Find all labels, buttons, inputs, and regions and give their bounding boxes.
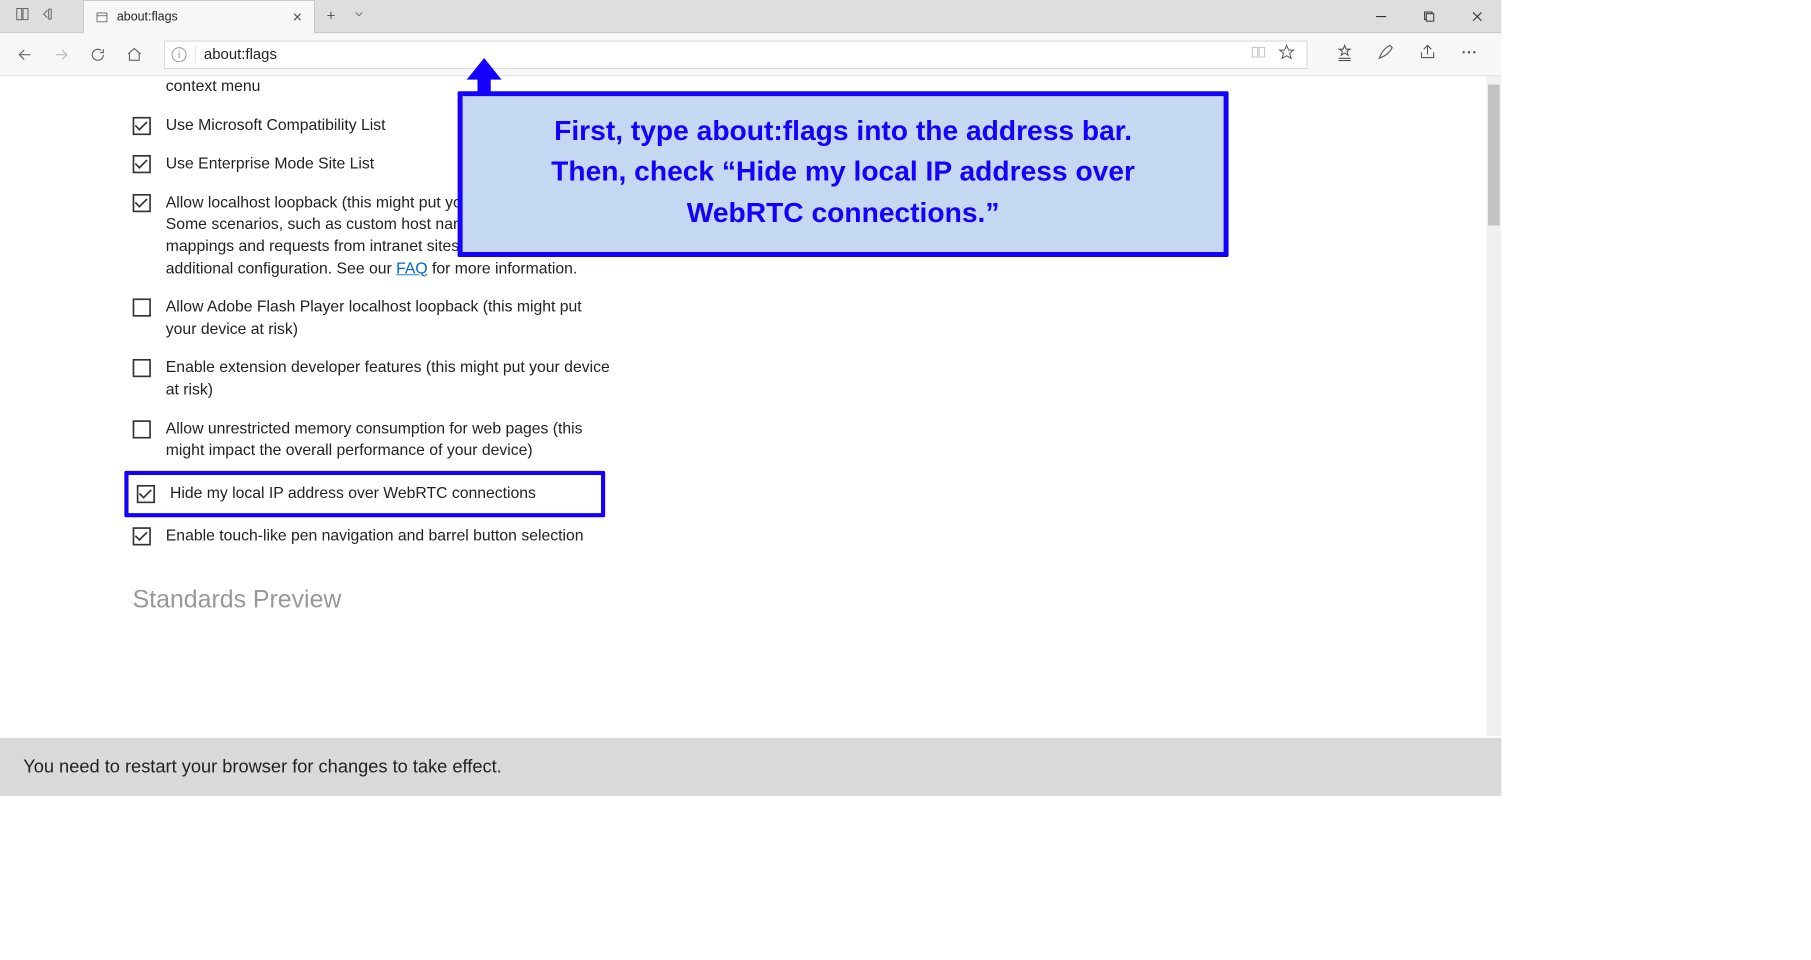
favorites-list-icon[interactable] <box>1336 43 1354 65</box>
new-tab-button[interactable]: + <box>327 7 336 24</box>
tabs-list-icon[interactable] <box>38 7 53 26</box>
callout-line: First, type about:flags into the address… <box>486 111 1201 152</box>
tab-tools <box>0 0 83 32</box>
label-text: for more information. <box>428 260 578 277</box>
address-text[interactable]: about:flags <box>204 46 1242 63</box>
maximize-button[interactable] <box>1405 0 1453 33</box>
section-heading: Standards Preview <box>133 586 614 614</box>
checkbox[interactable] <box>133 420 151 438</box>
address-actions <box>1250 44 1300 65</box>
notes-icon[interactable] <box>1377 43 1395 65</box>
setting-row: Allow Adobe Flash Player localhost loopb… <box>133 289 614 350</box>
forward-button[interactable] <box>51 44 71 64</box>
setting-label: Enable touch-like pen navigation and bar… <box>166 526 614 548</box>
back-button[interactable] <box>15 44 35 64</box>
checkbox[interactable] <box>137 485 155 503</box>
checkbox[interactable] <box>133 359 151 377</box>
faq-link[interactable]: FAQ <box>396 260 428 277</box>
close-tab-icon[interactable]: ✕ <box>292 10 302 25</box>
setting-label: Enable extension developer features (thi… <box>166 358 614 402</box>
tab-title: about:flags <box>117 10 286 24</box>
notice-text: You need to restart your browser for cha… <box>23 756 502 778</box>
restart-notice: You need to restart your browser for cha… <box>0 738 1501 796</box>
checkbox[interactable] <box>133 194 151 212</box>
set-aside-tabs-icon[interactable] <box>15 7 30 26</box>
setting-label: Allow unrestricted memory consumption fo… <box>166 418 614 462</box>
checkbox[interactable] <box>133 155 151 173</box>
tabs-chevron-icon[interactable] <box>352 7 365 24</box>
setting-row: Enable extension developer features (thi… <box>133 349 614 410</box>
highlighted-setting: Hide my local IP address over WebRTC con… <box>124 471 605 518</box>
callout-line: WebRTC connections.” <box>486 193 1201 234</box>
reading-view-icon[interactable] <box>1250 44 1267 65</box>
more-icon[interactable] <box>1460 43 1478 65</box>
instruction-callout: First, type about:flags into the address… <box>458 91 1229 257</box>
checkbox[interactable] <box>133 299 151 317</box>
checkbox[interactable] <box>133 117 151 135</box>
scrollbar-thumb[interactable] <box>1488 85 1500 226</box>
minimize-button[interactable] <box>1357 0 1405 33</box>
window-controls <box>1357 0 1501 32</box>
site-info-icon[interactable]: i <box>172 47 187 62</box>
setting-row: Enable touch-like pen navigation and bar… <box>133 518 614 557</box>
setting-row: Allow unrestricted memory consumption fo… <box>133 410 614 471</box>
home-button[interactable] <box>124 44 144 64</box>
setting-label: Allow Adobe Flash Player localhost loopb… <box>166 297 614 341</box>
separator <box>195 45 196 63</box>
scrollbar[interactable] <box>1486 76 1501 736</box>
setting-row: Hide my local IP address over WebRTC con… <box>133 480 596 509</box>
new-tab-area: + <box>315 0 377 32</box>
toolbar-right <box>1327 43 1486 65</box>
title-bar: about:flags ✕ + <box>0 0 1501 33</box>
share-icon[interactable] <box>1418 43 1436 65</box>
toolbar: i about:flags <box>0 33 1501 76</box>
callout-line: Then, check “Hide my local IP address ov… <box>486 152 1201 193</box>
close-window-button[interactable] <box>1453 0 1501 33</box>
checkbox[interactable] <box>133 528 151 546</box>
address-bar[interactable]: i about:flags <box>164 40 1307 68</box>
setting-label: Hide my local IP address over WebRTC con… <box>170 483 596 505</box>
favorite-icon[interactable] <box>1278 44 1295 65</box>
refresh-button[interactable] <box>88 44 108 64</box>
browser-tab[interactable]: about:flags ✕ <box>83 0 315 33</box>
page-icon <box>95 10 108 23</box>
